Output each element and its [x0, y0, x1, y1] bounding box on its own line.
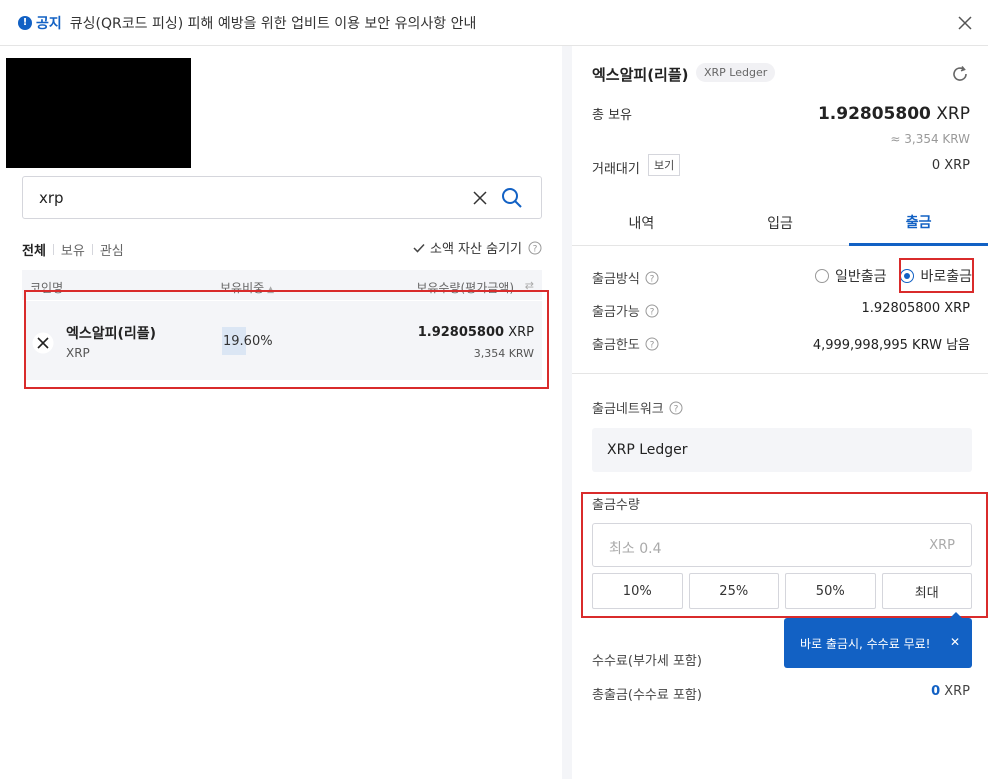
- withdraw-panel: 엑스알피(리플) XRP Ledger 총 보유 1.92805800 XRP …: [572, 46, 988, 779]
- redacted-area: [6, 58, 191, 168]
- holding-krw: ≈ 3,354 KRW: [890, 132, 970, 146]
- notice-label: 공지: [36, 15, 62, 32]
- transaction-tabs: 내역 입금 출금: [572, 200, 988, 246]
- coin-list-panel: xrp 전체 보유 관심 소액 자산 숨기기 ? 코인명 보유비중 ▲ 보유수량(…: [0, 46, 562, 779]
- network-value: XRP Ledger: [607, 442, 688, 458]
- help-icon[interactable]: ?: [645, 337, 659, 351]
- tooltip-arrow: [950, 612, 962, 618]
- help-icon[interactable]: ?: [528, 241, 542, 255]
- limit-label: 출금한도 ?: [592, 334, 659, 353]
- svg-text:?: ?: [649, 307, 654, 317]
- filter-tabs: 전체 보유 관심: [22, 240, 124, 259]
- tab-withdraw[interactable]: 출금: [849, 200, 988, 246]
- method-label: 출금방식 ?: [592, 268, 659, 287]
- total-amount: 0: [931, 684, 941, 699]
- available-label: 출금가능 ?: [592, 301, 659, 320]
- limit-value: 4,999,998,995 KRW 남음: [812, 338, 970, 353]
- tab-deposit[interactable]: 입금: [710, 200, 850, 246]
- divider: [572, 373, 988, 374]
- highlight-box: [24, 290, 549, 389]
- notice-bar[interactable]: ! 공지 큐싱(QR코드 피싱) 피해 예방을 위한 업비트 이용 보안 유의사…: [0, 0, 988, 46]
- network-tag: XRP Ledger: [696, 63, 776, 82]
- fee-tooltip: 바로 출금시, 수수료 무료! ✕: [784, 612, 972, 668]
- available-label-text: 출금가능: [592, 305, 640, 320]
- search-icon[interactable]: [501, 187, 523, 209]
- network-label-text: 출금네트워크: [592, 402, 664, 417]
- total-unit: XRP: [944, 684, 970, 699]
- holding-unit: XRP: [936, 104, 970, 124]
- check-icon[interactable]: [413, 243, 425, 253]
- radio-label[interactable]: 일반출금: [835, 266, 887, 286]
- close-icon[interactable]: ✕: [950, 635, 960, 649]
- hide-small-label[interactable]: 소액 자산 숨기기: [430, 238, 522, 257]
- search-bar[interactable]: xrp: [22, 176, 542, 219]
- radio-button[interactable]: [814, 269, 829, 283]
- fee-label: 수수료(부가세 포함): [592, 654, 702, 669]
- tab-history[interactable]: 내역: [572, 200, 711, 246]
- notice-icon: !: [18, 15, 32, 30]
- svg-text:?: ?: [673, 404, 678, 414]
- close-icon[interactable]: [954, 12, 976, 34]
- svg-text:?: ?: [649, 274, 654, 284]
- detail-coin-title: 엑스알피(리플): [592, 66, 689, 84]
- highlight-box: [581, 492, 988, 618]
- holding-label: 총 보유: [592, 108, 633, 123]
- svg-text:?: ?: [649, 340, 654, 350]
- search-input[interactable]: xrp: [39, 189, 64, 207]
- help-icon[interactable]: ?: [645, 304, 659, 318]
- holding-value: 1.92805800 XRP: [818, 104, 970, 124]
- pending-value: 0 XRP: [931, 158, 970, 173]
- help-icon[interactable]: ?: [645, 271, 659, 285]
- divider: [91, 244, 93, 255]
- holding-amount: 1.92805800: [817, 104, 931, 124]
- notice-text[interactable]: 큐싱(QR코드 피싱) 피해 예방을 위한 업비트 이용 보안 유의사항 안내: [70, 13, 477, 33]
- tooltip-text: 바로 출금시, 수수료 무료!: [800, 636, 931, 651]
- filter-tab-favorite[interactable]: 관심: [100, 240, 124, 259]
- filter-tab-holding[interactable]: 보유: [61, 240, 85, 259]
- view-pending-button[interactable]: 보기: [648, 154, 681, 176]
- network-label: 출금네트워크 ?: [592, 398, 683, 417]
- search-clear-icon[interactable]: [471, 189, 489, 207]
- total-value: 0 XRP: [931, 684, 970, 699]
- panel-divider: [562, 46, 572, 779]
- reload-icon[interactable]: [950, 64, 970, 84]
- method-label-text: 출금방식: [592, 272, 640, 287]
- total-label: 총출금(수수료 포함): [592, 688, 702, 703]
- hide-small-assets-toggle[interactable]: 소액 자산 숨기기 ?: [413, 238, 542, 257]
- help-icon[interactable]: ?: [669, 401, 683, 415]
- network-select[interactable]: XRP Ledger: [592, 428, 972, 472]
- filter-tab-all[interactable]: 전체: [22, 240, 46, 259]
- divider: [52, 244, 54, 255]
- highlight-box: [899, 258, 974, 293]
- radio-normal-withdraw[interactable]: 일반출금: [814, 266, 887, 286]
- available-value: 1.92805800 XRP: [861, 301, 970, 316]
- pending-label: 거래대기: [592, 162, 640, 177]
- svg-text:?: ?: [533, 244, 538, 254]
- limit-label-text: 출금한도: [592, 338, 640, 353]
